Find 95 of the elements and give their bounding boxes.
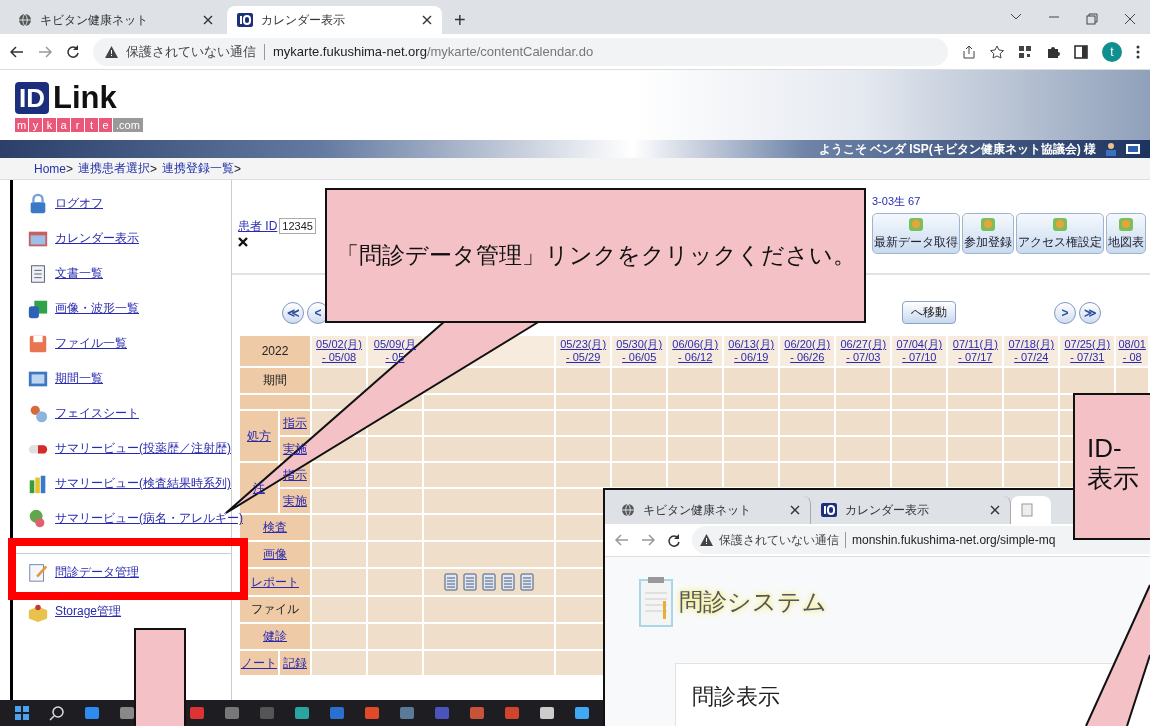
notepad-icon xyxy=(27,561,49,583)
forward-icon[interactable] xyxy=(641,534,655,546)
breadcrumb-separator: > xyxy=(66,161,74,176)
sidebar-icon[interactable] xyxy=(1074,44,1088,59)
logo-letter: y xyxy=(29,118,42,132)
clipboard-icon xyxy=(639,577,673,627)
logo-letter: k xyxy=(43,118,56,132)
last-page-button[interactable]: ≫ xyxy=(1079,301,1101,324)
welcome-text: ようこそ ベンダ ISP(キビタン健康ネット協議会) 様 xyxy=(818,140,1096,158)
app-icon[interactable] xyxy=(84,705,100,721)
back-icon[interactable] xyxy=(10,45,24,58)
logo-letter: r xyxy=(71,118,84,132)
address-bar[interactable]: 保護されていない通信 monshin.fukushima-net.org/simple-mq xyxy=(692,526,1150,554)
breadcrumb-link[interactable]: Home xyxy=(34,161,66,176)
toolbar-button[interactable]: 最新データ取得 xyxy=(872,213,960,254)
app-icon xyxy=(978,216,998,234)
reload-icon[interactable] xyxy=(66,45,79,58)
logo-letter: t xyxy=(85,118,98,132)
logo-letter: e xyxy=(99,118,112,132)
reload-icon[interactable] xyxy=(667,533,680,547)
monitor-icon[interactable] xyxy=(1126,143,1140,155)
windows-icon[interactable] xyxy=(14,705,30,721)
close-icon[interactable] xyxy=(990,505,1000,515)
breadcrumb-separator: > xyxy=(150,161,158,176)
patient-id-field[interactable]: 12345 xyxy=(279,218,316,234)
search-icon[interactable] xyxy=(49,705,65,721)
app-icon[interactable] xyxy=(539,705,555,721)
menu-icon[interactable] xyxy=(1136,44,1140,59)
breadcrumb-separator: > xyxy=(234,161,242,176)
callout-text: 「問診データ管理」リンクをクリックください。 xyxy=(335,241,856,270)
move-button[interactable]: へ移動 xyxy=(902,301,956,324)
toolbar-button[interactable]: 地図表 xyxy=(1106,213,1146,254)
next-page-button[interactable]: > xyxy=(1054,301,1076,324)
user-icon[interactable] xyxy=(1104,142,1118,156)
browser-tab[interactable]: カレンダー表示 xyxy=(227,6,442,34)
chevron-down-icon[interactable] xyxy=(1010,13,1022,21)
app-icon xyxy=(1050,216,1070,234)
row-label[interactable]: 健診 xyxy=(263,629,287,643)
app-icon xyxy=(1116,216,1136,234)
sidebar-link[interactable]: 問診データ管理 xyxy=(55,563,139,581)
breadcrumb-link[interactable]: 連携患者選択 xyxy=(78,160,151,177)
row-label[interactable]: 画像 xyxy=(263,547,287,561)
app-title: 問診システム xyxy=(679,587,827,617)
qr-code-icon[interactable] xyxy=(1018,44,1032,59)
row-label: ファイル xyxy=(251,602,299,616)
new-tab-button[interactable]: + xyxy=(454,10,466,30)
forward-icon[interactable] xyxy=(38,45,52,58)
app-icon[interactable] xyxy=(119,705,135,721)
puzzle-icon[interactable] xyxy=(1046,44,1060,59)
close-icon[interactable] xyxy=(790,505,800,515)
share-icon[interactable] xyxy=(962,44,976,59)
star-icon[interactable] xyxy=(990,44,1004,59)
callout-text: ID- xyxy=(1087,433,1123,463)
warning-icon xyxy=(105,45,118,58)
app-icon xyxy=(906,216,926,234)
document-icon xyxy=(1021,503,1033,517)
id-logo-icon xyxy=(821,503,837,517)
app-icon[interactable] xyxy=(294,705,310,721)
sidebar-link[interactable]: 文書一覧 xyxy=(55,265,103,282)
logo-word: Link xyxy=(53,80,117,116)
breadcrumb-link[interactable]: 連携登録一覧 xyxy=(162,160,235,177)
address-bar[interactable]: 保護されていない通信 mykarte.fukushima-net.org/mykarte/contentCalendar.do xyxy=(93,37,948,66)
logo-letter: .com xyxy=(113,118,143,132)
clear-icon[interactable] xyxy=(238,237,248,247)
sidebar-link[interactable]: 期間一覧 xyxy=(55,370,103,387)
id-logo-icon xyxy=(237,13,253,27)
profile-avatar[interactable]: t xyxy=(1102,41,1122,62)
birth-info: 3-03生 67 xyxy=(872,194,922,209)
sidebar-link[interactable]: ログオフ xyxy=(55,195,103,212)
toolbar-button[interactable]: アクセス権設定 xyxy=(1016,213,1104,254)
card-title: 問診表示 xyxy=(692,684,780,709)
globe-icon xyxy=(18,13,32,27)
row-label: 期間 xyxy=(263,373,287,387)
browser-tab[interactable]: キビタン健康ネット xyxy=(8,6,223,34)
patient-id-link[interactable]: 患者 ID xyxy=(238,219,278,233)
sidebar-link[interactable]: Storage管理 xyxy=(55,603,122,620)
globe-icon xyxy=(621,503,635,517)
warning-icon xyxy=(700,534,713,546)
row-label[interactable]: 検査 xyxy=(263,520,287,534)
sidebar-link[interactable]: フェイスシート xyxy=(55,405,139,422)
row-label[interactable]: 処方 xyxy=(246,428,271,443)
callout-text: 表示 xyxy=(1087,463,1140,493)
first-page-button[interactable]: ≪ xyxy=(282,301,304,324)
logo-mark: ID xyxy=(15,82,49,114)
logo-letter: a xyxy=(57,118,70,132)
sidebar-link[interactable]: ファイル一覧 xyxy=(55,335,127,352)
restore-icon[interactable] xyxy=(1086,13,1098,25)
year-label: 2022 xyxy=(261,343,289,358)
app-icon[interactable] xyxy=(574,705,590,721)
logo-letter: m xyxy=(15,118,28,132)
toolbar-button[interactable]: 参加登録 xyxy=(962,213,1014,254)
close-icon[interactable] xyxy=(203,15,213,25)
close-icon[interactable] xyxy=(1124,13,1136,25)
sidebar-link[interactable]: カレンダー表示 xyxy=(55,230,139,247)
close-icon[interactable] xyxy=(422,15,432,25)
